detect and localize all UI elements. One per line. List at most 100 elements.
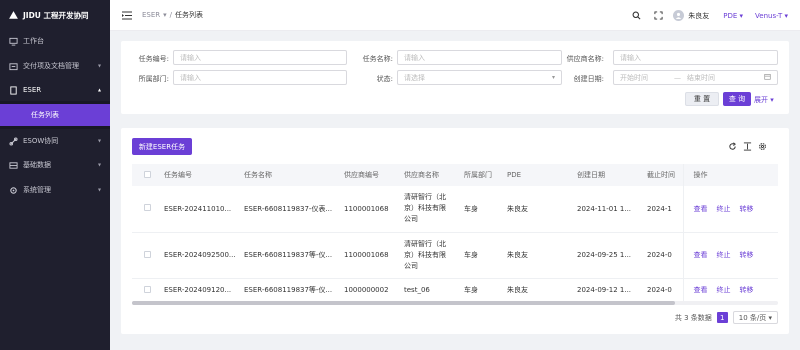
project-select[interactable]: Venus-T ▾ <box>755 12 788 20</box>
actions-cell: 查看 终止 转移 <box>682 278 778 303</box>
refresh-icon[interactable] <box>728 142 737 151</box>
column-height-icon[interactable] <box>743 142 752 151</box>
sidebar-item-system[interactable]: 系统管理 ▾ <box>0 180 110 200</box>
pde-cell: 朱良友 <box>507 186 577 233</box>
chevron-down-icon: ▾ <box>768 313 772 322</box>
chevron-down-icon: ▾ <box>551 74 555 81</box>
reset-button[interactable]: 重 置 <box>685 92 719 106</box>
search-icon[interactable] <box>631 11 641 21</box>
supplier-name-label: 供应商名称: <box>566 55 604 63</box>
task-no-cell[interactable]: ESER-202411010... <box>164 186 244 233</box>
task-no-cell[interactable]: ESER-2024092500... <box>164 232 244 279</box>
supplier-no-cell: 1100001068 <box>344 186 404 233</box>
sidebar-item-basic-data[interactable]: 基础数据 ▾ <box>0 155 110 175</box>
select-all-checkbox[interactable] <box>144 170 151 178</box>
supplier-name-input[interactable]: 请输入 <box>613 50 778 65</box>
expand-toggle[interactable]: 展开 ▾ <box>754 95 774 105</box>
row-checkbox[interactable] <box>144 250 151 258</box>
sidebar: JIDU 工程开发协同 工作台 交付项及文档管理 ▾ ESER ▴ 任务列表 E… <box>0 0 110 350</box>
col-dept[interactable]: 所属部门 <box>464 164 507 186</box>
terminate-link[interactable]: 终止 <box>717 205 731 213</box>
folder-icon <box>9 62 18 71</box>
view-link[interactable]: 查看 <box>694 205 708 213</box>
status-placeholder: 请选择 <box>404 73 425 82</box>
task-name-cell: ESER-6608119837等-仪... <box>244 278 344 303</box>
dept-label: 所属部门: <box>138 75 169 83</box>
col-deadline[interactable]: 截止时间 <box>647 164 683 186</box>
supplier-name-line: 清研智行（北 <box>404 193 446 202</box>
deadline-cell: 2024-1 <box>647 186 683 233</box>
role-select[interactable]: PDE ▾ <box>723 12 743 20</box>
avatar[interactable] <box>673 10 685 21</box>
supplier-name-cell: 清研智行（北 京）科技有限 公司 <box>404 186 464 233</box>
dept-input[interactable]: 请输入 <box>173 70 347 85</box>
task-no-input[interactable]: 请输入 <box>173 50 347 65</box>
breadcrumb-current: 任务列表 <box>175 11 204 19</box>
created-cell: 2024-11-01 1... <box>577 186 647 233</box>
sidebar-item-esow[interactable]: ESOW协同 ▾ <box>0 131 110 151</box>
menu-fold-icon[interactable] <box>122 11 132 20</box>
dept-cell: 车身 <box>464 232 507 279</box>
row-select-cell <box>132 232 164 279</box>
table-panel: 新建ESER任务 任务编号 任务名称 供应商编号 供应商名称 所属部门 PDE … <box>121 128 789 334</box>
row-checkbox[interactable] <box>144 285 151 293</box>
supplier-name-cell: test_06 <box>404 278 464 303</box>
sidebar-subitem-task-list[interactable]: 任务列表 <box>0 104 110 126</box>
new-eser-task-button[interactable]: 新建ESER任务 <box>132 138 192 155</box>
task-name-placeholder: 请输入 <box>404 53 425 62</box>
col-created[interactable]: 创建日期 <box>577 164 647 186</box>
supplier-name-line: 京）科技有限 <box>404 250 446 259</box>
scrollbar-thumb[interactable] <box>132 301 675 305</box>
actions-cell: 查看 终止 转移 <box>682 232 778 279</box>
project-value: Venus-T <box>755 11 783 20</box>
row-checkbox[interactable] <box>144 204 151 212</box>
fullscreen-icon[interactable] <box>653 11 663 21</box>
created-cell: 2024-09-12 1... <box>577 278 647 303</box>
chevron-down-icon: ▾ <box>770 96 774 104</box>
task-name-cell: ESER-6608119837等-仪... <box>244 232 344 279</box>
database-icon <box>9 161 18 170</box>
role-value: PDE <box>723 11 738 20</box>
doc-icon <box>9 85 18 95</box>
sidebar-item-workbench[interactable]: 工作台 <box>0 31 110 51</box>
chevron-down-icon: ▾ <box>739 11 744 20</box>
horizontal-scrollbar[interactable] <box>132 301 778 305</box>
chevron-down-icon: ▾ <box>784 11 788 20</box>
sidebar-item-eser[interactable]: ESER ▴ <box>0 80 110 100</box>
status-label: 状态: <box>376 75 393 83</box>
query-button[interactable]: 查 询 <box>723 92 751 106</box>
pagination: 共 3 条数据 1 10 条/页 ▾ <box>675 311 778 324</box>
status-select[interactable]: 请选择 ▾ <box>397 70 562 85</box>
col-supplier-name[interactable]: 供应商名称 <box>404 164 464 186</box>
col-task-name[interactable]: 任务名称 <box>244 164 344 186</box>
app-logo: JIDU 工程开发协同 <box>0 0 110 31</box>
row-select-cell <box>132 278 164 303</box>
sidebar-item-deliverables[interactable]: 交付项及文档管理 ▾ <box>0 56 110 76</box>
user-name[interactable]: 朱良友 <box>688 11 709 21</box>
transfer-link[interactable]: 转移 <box>740 251 754 259</box>
page-size-select[interactable]: 10 条/页 ▾ <box>732 311 778 324</box>
view-link[interactable]: 查看 <box>694 251 708 259</box>
dept-cell: 车身 <box>464 186 507 233</box>
link-icon <box>9 136 18 146</box>
terminate-link[interactable]: 终止 <box>717 251 731 259</box>
terminate-link[interactable]: 终止 <box>717 286 731 294</box>
settings-icon[interactable] <box>758 142 767 151</box>
supplier-name-line: 清研智行（北 <box>404 239 446 248</box>
task-name-input[interactable]: 请输入 <box>397 50 562 65</box>
col-pde[interactable]: PDE <box>507 164 577 186</box>
dept-placeholder: 请输入 <box>180 73 201 82</box>
total-count: 共 3 条数据 <box>674 313 712 322</box>
col-supplier-no[interactable]: 供应商编号 <box>344 164 404 186</box>
table-row: ESER-202409120... ESER-6608119837等-仪... … <box>132 278 778 303</box>
page-number-current[interactable]: 1 <box>716 312 728 323</box>
transfer-link[interactable]: 转移 <box>740 205 754 213</box>
created-date-range[interactable]: 开始时间 — 结束时间 <box>613 70 778 85</box>
task-no-cell[interactable]: ESER-202409120... <box>164 278 244 303</box>
col-task-no[interactable]: 任务编号 <box>164 164 244 186</box>
table-row: ESER-202411010... ESER-6608119837-仪表... … <box>132 186 778 233</box>
select-all-cell <box>132 164 164 186</box>
transfer-link[interactable]: 转移 <box>740 286 754 294</box>
view-link[interactable]: 查看 <box>694 286 708 294</box>
breadcrumb-parent[interactable]: ESER <box>142 11 160 19</box>
